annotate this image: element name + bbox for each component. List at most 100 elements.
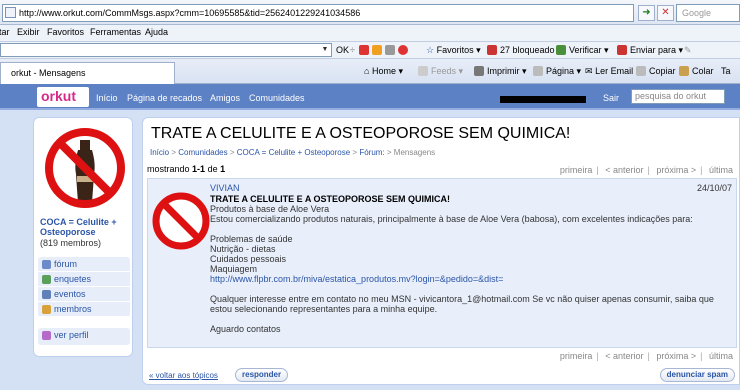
- back-to-topics-link[interactable]: « voltar aos tópicos: [149, 371, 218, 380]
- breadcrumb-comunidades[interactable]: Comunidades: [178, 148, 227, 157]
- nav-inicio[interactable]: Início: [96, 93, 118, 103]
- toolbar-ok-button[interactable]: OK: [336, 45, 349, 55]
- orkut-header: orkut Início Página de recados Amigos Co…: [0, 84, 740, 110]
- go-arrow-icon[interactable]: ➜: [638, 5, 655, 21]
- breadcrumb-current: Mensagens: [393, 148, 436, 157]
- plugin-icon: [359, 45, 369, 55]
- pagina-label: Página: [546, 66, 575, 76]
- toolbar-verificar-button[interactable]: Verificar ▾: [556, 45, 609, 56]
- pager-next[interactable]: próxima >: [656, 351, 696, 361]
- url-field[interactable]: http://www.orkut.com/CommMsgs.aspx?cmm=1…: [2, 4, 634, 22]
- post-closing: Aguardo contatos: [210, 324, 281, 334]
- post-product-link[interactable]: http://www.flpbr.com.br/miva/estatica_pr…: [210, 274, 503, 284]
- sidebar-item-enquetes[interactable]: enquetes: [38, 272, 130, 287]
- toolbar-enviar-label: Enviar para: [630, 45, 677, 55]
- toolbar-ler-email-button[interactable]: ✉ Ler Email: [585, 66, 633, 77]
- showing-prefix: mostrando: [147, 164, 190, 174]
- community-sidebar: COCA = Celulite + Osteoporose (819 membr…: [33, 117, 133, 357]
- menu-exibir[interactable]: Exibir: [17, 27, 40, 37]
- post-date: 24/10/07: [696, 183, 732, 193]
- pager-first[interactable]: primeira: [560, 351, 593, 361]
- sidebar-item-eventos[interactable]: eventos: [38, 287, 130, 302]
- breadcrumb-community[interactable]: COCA = Celulite + Osteoporose: [237, 148, 350, 157]
- stop-icon[interactable]: ✕: [657, 5, 674, 21]
- menu-ferramentas[interactable]: Ferramentas: [90, 27, 141, 37]
- menu-ajuda[interactable]: Ajuda: [145, 27, 168, 37]
- breadcrumb: Início > Comunidades > COCA = Celulite +…: [150, 148, 435, 157]
- sidebar-item-forum[interactable]: fórum: [38, 257, 130, 272]
- browser-search-input[interactable]: Google: [676, 4, 740, 22]
- orkut-logo[interactable]: orkut: [37, 87, 89, 107]
- reply-button[interactable]: responder: [235, 368, 289, 382]
- community-no-coke-image[interactable]: [44, 126, 126, 211]
- sidebar-item-ver-perfil[interactable]: ver perfil: [38, 328, 130, 343]
- sidebar-item-membros[interactable]: membros: [38, 302, 130, 317]
- poll-icon: [42, 275, 51, 284]
- browser-search-placeholder: Google: [682, 8, 712, 18]
- pager-last[interactable]: última: [709, 165, 733, 175]
- breadcrumb-separator: >: [352, 148, 358, 157]
- toolbar-verificar-label: Verificar: [569, 45, 602, 55]
- chevron-down-icon[interactable]: ▼: [320, 45, 330, 55]
- toolbar-favoritos-button[interactable]: ☆ Favoritos ▾: [426, 45, 481, 56]
- post-list-item: Nutrição - dietas: [210, 244, 276, 254]
- post-list-item: Cuidados pessoais: [210, 254, 287, 264]
- page-icon: [5, 7, 16, 18]
- nav-comunidades[interactable]: Comunidades: [249, 93, 305, 103]
- toolbar-home-button[interactable]: ⌂ Home ▾: [364, 66, 403, 77]
- toolbar-search-input[interactable]: ▼: [0, 43, 332, 57]
- menu-favoritos[interactable]: Favoritos: [47, 27, 84, 37]
- orkut-search-input[interactable]: pesquisa do orkut: [631, 89, 725, 104]
- nav-pagina-de-recados[interactable]: Página de recados: [127, 93, 202, 103]
- calendar-icon: [42, 290, 51, 299]
- breadcrumb-forum[interactable]: Fórum:: [359, 148, 384, 157]
- toolbar-ta-button[interactable]: Ta: [721, 66, 731, 76]
- star-icon: ☆: [426, 45, 435, 55]
- url-text: http://www.orkut.com/CommMsgs.aspx?cmm=1…: [19, 8, 361, 18]
- pencil-icon[interactable]: ✎: [684, 45, 692, 56]
- tab-orkut-mensagens[interactable]: orkut - Mensagens: [0, 62, 175, 84]
- menu-editar[interactable]: Editar: [0, 27, 10, 37]
- tools-icon: [385, 45, 395, 55]
- pager-last[interactable]: última: [709, 351, 733, 361]
- author-avatar-image[interactable]: [151, 182, 211, 260]
- nav-amigos[interactable]: Amigos: [210, 93, 240, 103]
- topic-actions: « voltar aos tópicos responder denunciar…: [147, 368, 737, 384]
- tab-title: orkut - Mensagens: [11, 68, 86, 78]
- pager-top: primeira | < anterior | próxima > | última: [559, 165, 733, 175]
- toolbar-pagina-button[interactable]: Página ▾: [533, 66, 581, 77]
- post-line: Produtos à base de Aloe Vera: [210, 204, 330, 214]
- page-title: TRATE A CELULITE E A OSTEOPOROSE SEM QUI…: [151, 125, 571, 142]
- community-name[interactable]: COCA = Celulite + Osteoporose: [40, 217, 132, 237]
- orkut-search-placeholder: pesquisa do orkut: [635, 91, 707, 101]
- toolbar-colar-button[interactable]: Colar: [679, 66, 714, 76]
- popup-icon: [398, 45, 408, 55]
- message-post: VIVIAN 24/10/07 TRATE A CELULITE E A OST…: [147, 178, 737, 348]
- copiar-label: Copiar: [649, 66, 676, 76]
- toolbar-favoritos-label: Favoritos: [436, 45, 474, 55]
- results-count: mostrando 1-1 de 1: [147, 164, 225, 174]
- pager-next[interactable]: próxima >: [656, 165, 696, 175]
- toolbar-bloqueado-button[interactable]: 27 bloqueado: [487, 45, 555, 55]
- post-body: TRATE A CELULITE E A OSTEOPOROSE SEM QUI…: [210, 194, 732, 334]
- toolbar-copiar-button[interactable]: Copiar: [636, 66, 676, 76]
- toolbar-feeds-button[interactable]: Feeds ▾: [418, 66, 463, 77]
- address-bar-row: http://www.orkut.com/CommMsgs.aspx?cmm=1…: [0, 0, 740, 25]
- tab-row: orkut - Mensagens ⌂ Home ▾ Feeds ▾ Impri…: [0, 59, 740, 84]
- breadcrumb-inicio[interactable]: Início: [150, 148, 169, 157]
- nav-sair[interactable]: Sair: [603, 93, 619, 103]
- send-icon: [617, 45, 627, 55]
- pager-prev[interactable]: < anterior: [605, 165, 643, 175]
- imprimir-label: Imprimir: [487, 66, 520, 76]
- report-spam-button[interactable]: denunciar spam: [659, 368, 735, 382]
- toolbar-tool-icons[interactable]: [359, 45, 411, 55]
- community-member-count: (819 membros): [40, 238, 102, 248]
- toolbar-enviar-button[interactable]: Enviar para ▾: [617, 45, 683, 56]
- post-author[interactable]: VIVIAN: [210, 183, 240, 193]
- toolbar-row: ▼ OK ÷ ☆ Favoritos ▾ 27 bloqueado Verifi…: [0, 42, 740, 59]
- members-icon: [42, 305, 51, 314]
- profile-menu: ver perfil: [38, 328, 130, 345]
- pager-prev[interactable]: < anterior: [605, 351, 643, 361]
- toolbar-imprimir-button[interactable]: Imprimir ▾: [474, 66, 527, 77]
- pager-first[interactable]: primeira: [560, 165, 593, 175]
